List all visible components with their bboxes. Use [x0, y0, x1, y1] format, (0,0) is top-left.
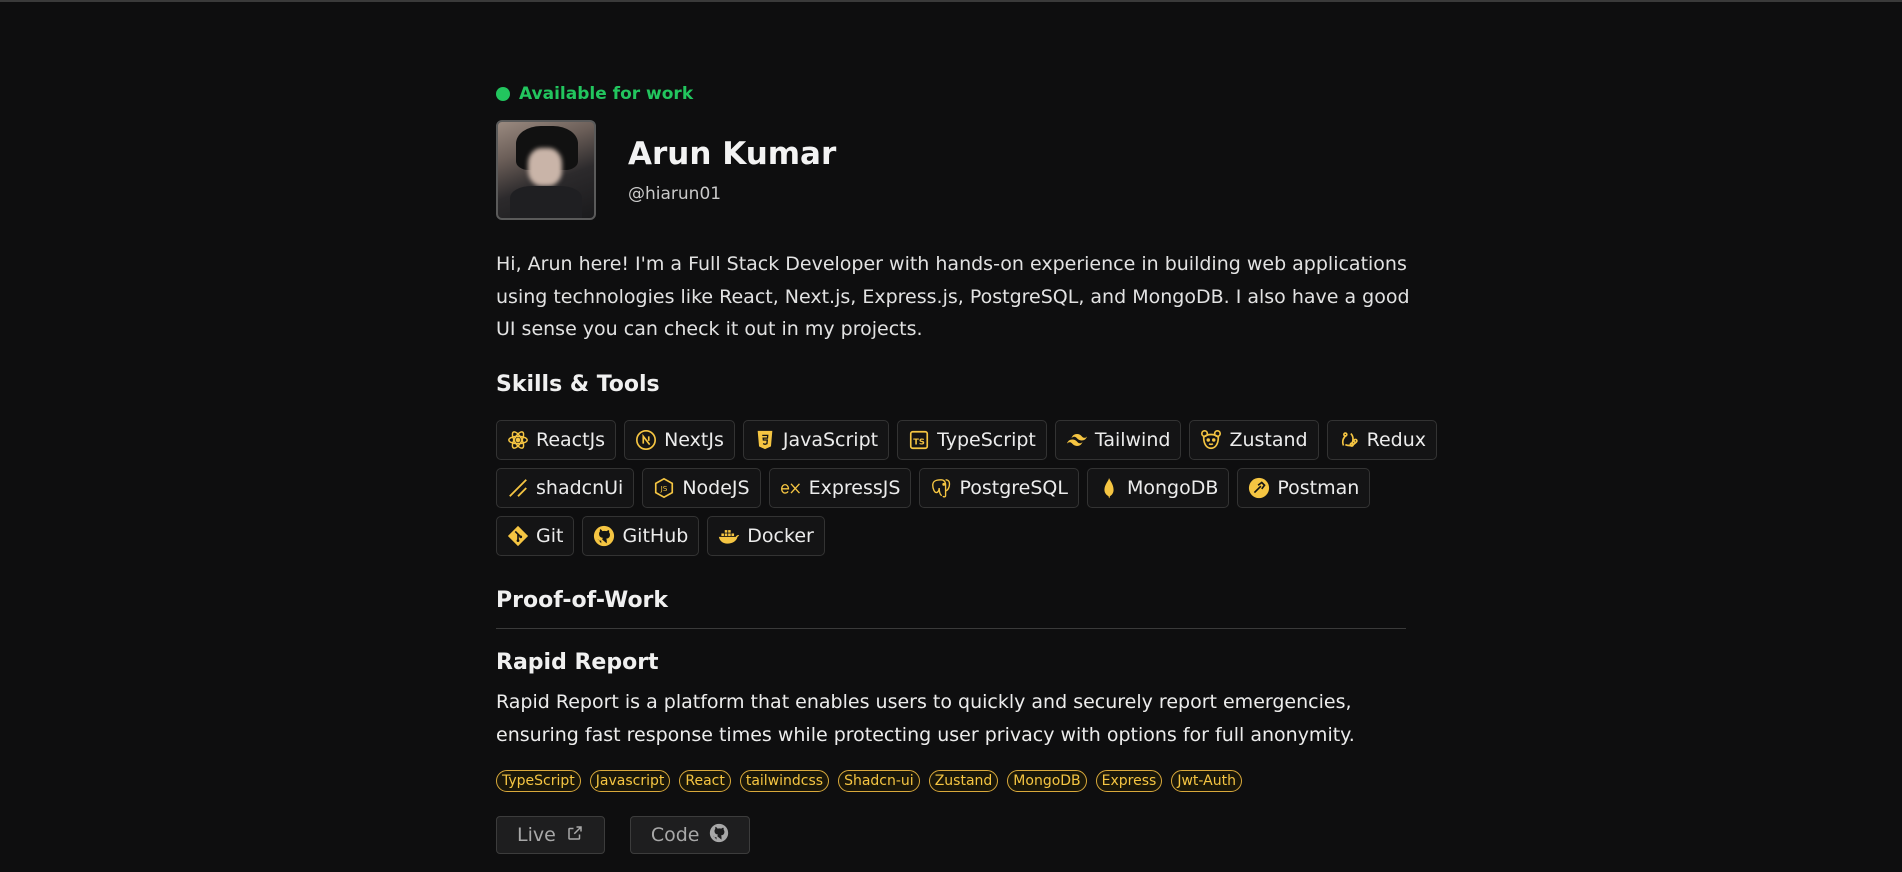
skill-chip-postman[interactable]: Postman [1237, 468, 1371, 508]
skill-label: NextJs [664, 429, 724, 451]
express-icon [780, 477, 802, 499]
shadcn-icon [507, 477, 529, 499]
postman-icon [1248, 477, 1270, 499]
bio-text: Hi, Arun here! I'm a Full Stack Develope… [496, 253, 1410, 340]
skill-chip-docker[interactable]: Docker [707, 516, 825, 556]
tailwind-icon [1066, 429, 1088, 451]
section-divider [496, 628, 1406, 629]
skill-chip-github[interactable]: GitHub [582, 516, 700, 556]
skill-chip-shadcn[interactable]: shadcnUi [496, 468, 635, 508]
skill-label: ReactJs [536, 429, 606, 451]
skill-label: JavaScript [782, 429, 879, 451]
skill-label: Git [536, 525, 564, 547]
skill-chip-tailwind[interactable]: Tailwind [1054, 420, 1182, 460]
github-icon [593, 525, 615, 547]
project-description: Rapid Report is a platform that enables … [496, 691, 1355, 746]
skill-label: Postman [1277, 477, 1360, 499]
nodejs-icon: JS [653, 477, 675, 499]
tech-tag: Shadcn-ui [838, 770, 920, 792]
skill-label: NodeJS [682, 477, 750, 499]
status-dot [496, 87, 510, 101]
skill-label: shadcnUi [536, 477, 624, 499]
profile-name: Arun Kumar [628, 136, 837, 172]
skill-label: GitHub [622, 525, 689, 547]
skill-chip-redux[interactable]: Redux [1326, 420, 1437, 460]
live-label: Live [517, 824, 556, 846]
skill-chip-react[interactable]: ReactJs [496, 420, 617, 460]
skill-chip-nextjs[interactable]: NextJs [624, 420, 735, 460]
skill-label: Docker [747, 525, 814, 547]
skill-label: MongoDB [1126, 477, 1219, 499]
typescript-icon: TS [908, 429, 930, 451]
skill-chip-mongodb[interactable]: MongoDB [1086, 468, 1230, 508]
code-button[interactable]: Code [629, 816, 751, 854]
project-links: Live Code [496, 816, 751, 854]
project-title: Rapid Report [496, 650, 659, 675]
skill-label: Redux [1366, 429, 1426, 451]
postgresql-icon [930, 477, 952, 499]
tech-tag: Zustand [928, 770, 999, 792]
profile-header: Arun Kumar @hiarun01 [496, 120, 836, 220]
redux-icon [1338, 429, 1360, 451]
skills-row: Git GitHub Docker [496, 516, 1416, 556]
skill-chip-git[interactable]: Git [496, 516, 575, 556]
mongodb-icon [1098, 477, 1120, 499]
tech-tag: TypeScript [496, 770, 581, 792]
skill-chip-postgresql[interactable]: PostgreSQL [919, 468, 1079, 508]
skill-chip-nodejs[interactable]: JS NodeJS [642, 468, 761, 508]
skill-label: Zustand [1229, 429, 1308, 451]
proof-of-work-heading: Proof-of-Work [496, 588, 669, 613]
skills-row: shadcnUi JS NodeJS ExpressJS PostgreSQL … [496, 468, 1416, 508]
zustand-icon [1200, 429, 1222, 451]
skills-list: ReactJs NextJs JavaScript TS TypeScript … [496, 420, 1437, 564]
availability-status: Available for work [496, 84, 693, 104]
tech-tag: Jwt-Auth [1171, 770, 1242, 792]
github-icon [709, 823, 729, 848]
tech-tag: Javascript [589, 770, 671, 792]
skill-label: Tailwind [1094, 429, 1171, 451]
git-icon [507, 525, 529, 547]
react-icon [507, 429, 529, 451]
external-link-icon [566, 824, 584, 847]
profile-handle: @hiarun01 [628, 184, 722, 204]
avatar [496, 120, 596, 220]
skill-chip-zustand[interactable]: Zustand [1189, 420, 1319, 460]
docker-icon [718, 525, 740, 547]
nextjs-icon [635, 429, 657, 451]
skill-chip-javascript[interactable]: JavaScript [742, 420, 890, 460]
live-button[interactable]: Live [496, 816, 605, 854]
svg-text:JS: JS [660, 484, 668, 493]
skill-label: ExpressJS [808, 477, 901, 499]
skill-label: TypeScript [937, 429, 1036, 451]
skills-heading: Skills & Tools [496, 372, 660, 397]
tech-tag: tailwindcss [739, 770, 830, 792]
skills-row: ReactJs NextJs JavaScript TS TypeScript … [496, 420, 1437, 460]
tech-tag: MongoDB [1007, 770, 1087, 792]
tech-tag: Express [1095, 770, 1163, 792]
skill-chip-typescript[interactable]: TS TypeScript [897, 420, 1047, 460]
javascript-icon [754, 429, 776, 451]
svg-text:TS: TS [913, 437, 925, 447]
tech-tag: React [679, 770, 731, 792]
code-label: Code [650, 824, 700, 846]
status-text: Available for work [519, 84, 694, 104]
skill-chip-express[interactable]: ExpressJS [768, 468, 912, 508]
project-tags: TypeScript Javascript React tailwindcss … [496, 770, 1242, 792]
skill-label: PostgreSQL [959, 477, 1068, 499]
